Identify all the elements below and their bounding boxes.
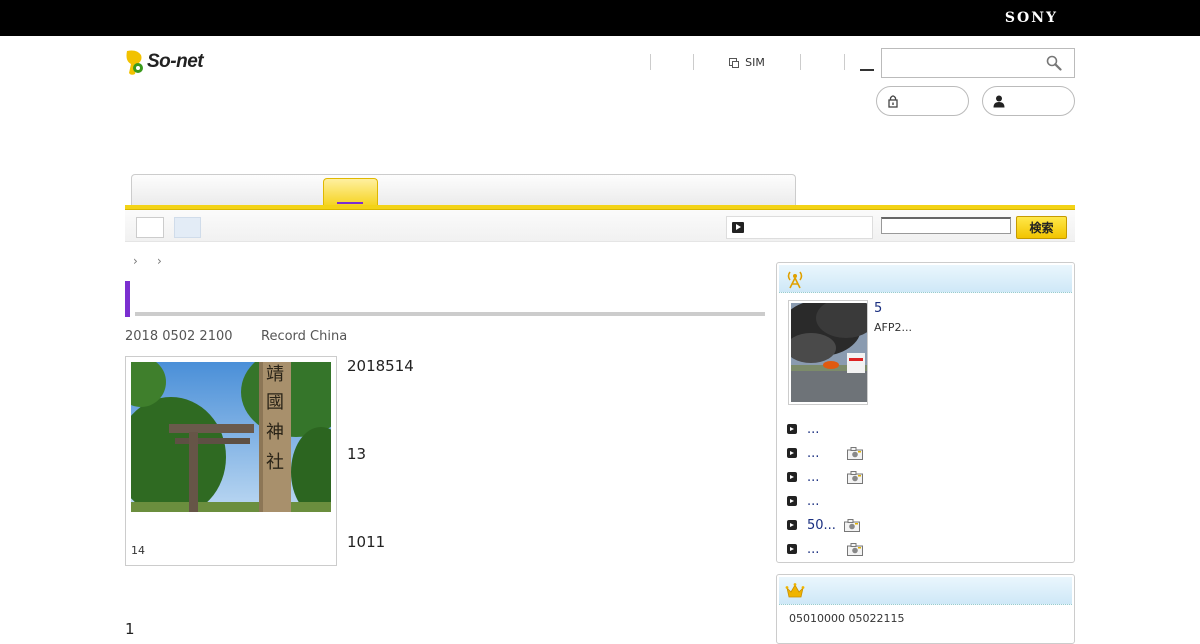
svg-text:靖: 靖	[266, 364, 284, 385]
nav-link-3[interactable]	[801, 54, 844, 70]
list-item[interactable]: ...	[787, 417, 1067, 441]
search-button[interactable]: 検索	[1016, 216, 1067, 239]
broadcast-tower-icon	[787, 271, 803, 289]
play-icon	[732, 222, 744, 233]
sub-nav-button-1[interactable]	[136, 217, 164, 238]
camera-icon	[847, 446, 864, 460]
news-link[interactable]: ...	[807, 422, 819, 437]
sidebar-news-list: ... ... ... ... 50... ...	[787, 417, 1067, 561]
news-link[interactable]: ...	[807, 494, 819, 509]
tab-active[interactable]	[323, 178, 378, 207]
sidebar-news-box: 5 AFP2... ... ... ... ... 50... ...	[776, 262, 1075, 563]
title-underline	[135, 312, 765, 316]
sidebar-ranking-box: 05010000 05022115	[776, 574, 1075, 644]
arrow-bullet-icon	[787, 424, 797, 434]
breadcrumb-chevron-icon: ›	[157, 254, 162, 268]
site-logo-text: So-net	[147, 51, 204, 72]
article-title-bar	[125, 281, 765, 317]
site-logo[interactable]: So-net	[125, 48, 225, 78]
sidebar-news-header	[779, 265, 1072, 293]
nav-underline	[860, 69, 874, 71]
arrow-bullet-icon	[787, 544, 797, 554]
article-paragraph: 1	[125, 620, 135, 638]
nav-sim-label: SIM	[745, 55, 765, 69]
search-input[interactable]	[886, 53, 1036, 73]
feature-description: AFP2...	[874, 321, 912, 334]
lock-icon	[888, 95, 898, 108]
list-item[interactable]: ...	[787, 489, 1067, 513]
sony-top-bar: SONY	[0, 0, 1200, 36]
camera-icon	[843, 518, 860, 532]
news-link[interactable]: ...	[807, 470, 819, 485]
svg-text:神: 神	[266, 422, 284, 443]
list-item[interactable]: ...	[787, 441, 1067, 465]
arrow-bullet-icon	[787, 448, 797, 458]
article-paragraph: 2018514	[347, 357, 414, 375]
camera-icon	[847, 542, 864, 556]
news-link[interactable]: ...	[807, 446, 819, 461]
category-tabs	[131, 174, 796, 206]
secure-login-button[interactable]	[876, 86, 969, 116]
article-date: 2018 0502 2100	[125, 329, 233, 344]
sub-toolbar: 検索	[125, 210, 1075, 242]
member-button[interactable]	[982, 86, 1075, 116]
nav-link-1[interactable]	[651, 54, 693, 70]
news-link[interactable]: 50...	[807, 518, 836, 533]
window-icon	[729, 58, 740, 68]
svg-text:社: 社	[266, 452, 284, 473]
header-nav: SIM	[650, 54, 891, 71]
article-paragraph: 1011	[347, 533, 386, 551]
svg-text:國: 國	[266, 392, 284, 413]
crown-icon	[785, 583, 805, 598]
feature-image	[791, 303, 867, 402]
article-source[interactable]: Record China	[261, 329, 347, 344]
nav-link-sim[interactable]: SIM	[694, 54, 800, 70]
title-accent	[125, 281, 130, 317]
feature-thumbnail[interactable]	[788, 300, 868, 405]
list-item[interactable]: ...	[787, 537, 1067, 561]
sub-nav-button-2[interactable]	[174, 217, 201, 238]
article-photo[interactable]: 靖 國 神 社	[131, 362, 331, 512]
news-search-input[interactable]	[881, 217, 1011, 234]
breadcrumb-chevron-icon: ›	[133, 254, 138, 268]
arrow-bullet-icon	[787, 496, 797, 506]
feature-title[interactable]: 5	[874, 301, 882, 316]
sony-logo[interactable]: SONY	[1005, 10, 1058, 26]
arrow-bullet-icon	[787, 472, 797, 482]
sidebar-ranking-header	[779, 577, 1072, 605]
article-photo-box: 靖 國 神 社 14	[125, 356, 337, 566]
site-search	[881, 48, 1075, 78]
article-paragraph: 13	[347, 445, 367, 463]
news-link[interactable]: ...	[807, 542, 819, 557]
tab-active-underline	[337, 202, 363, 204]
list-item[interactable]: 50...	[787, 513, 1067, 537]
search-icon[interactable]	[1046, 55, 1062, 71]
list-item[interactable]: ...	[787, 465, 1067, 489]
photo-caption: 14	[131, 544, 145, 557]
news-ticker[interactable]	[726, 216, 873, 239]
ranking-period: 05010000 05022115	[789, 612, 905, 625]
sonet-mascot-icon	[126, 50, 143, 75]
arrow-bullet-icon	[787, 520, 797, 530]
user-icon	[993, 95, 1005, 108]
camera-icon	[847, 470, 864, 484]
